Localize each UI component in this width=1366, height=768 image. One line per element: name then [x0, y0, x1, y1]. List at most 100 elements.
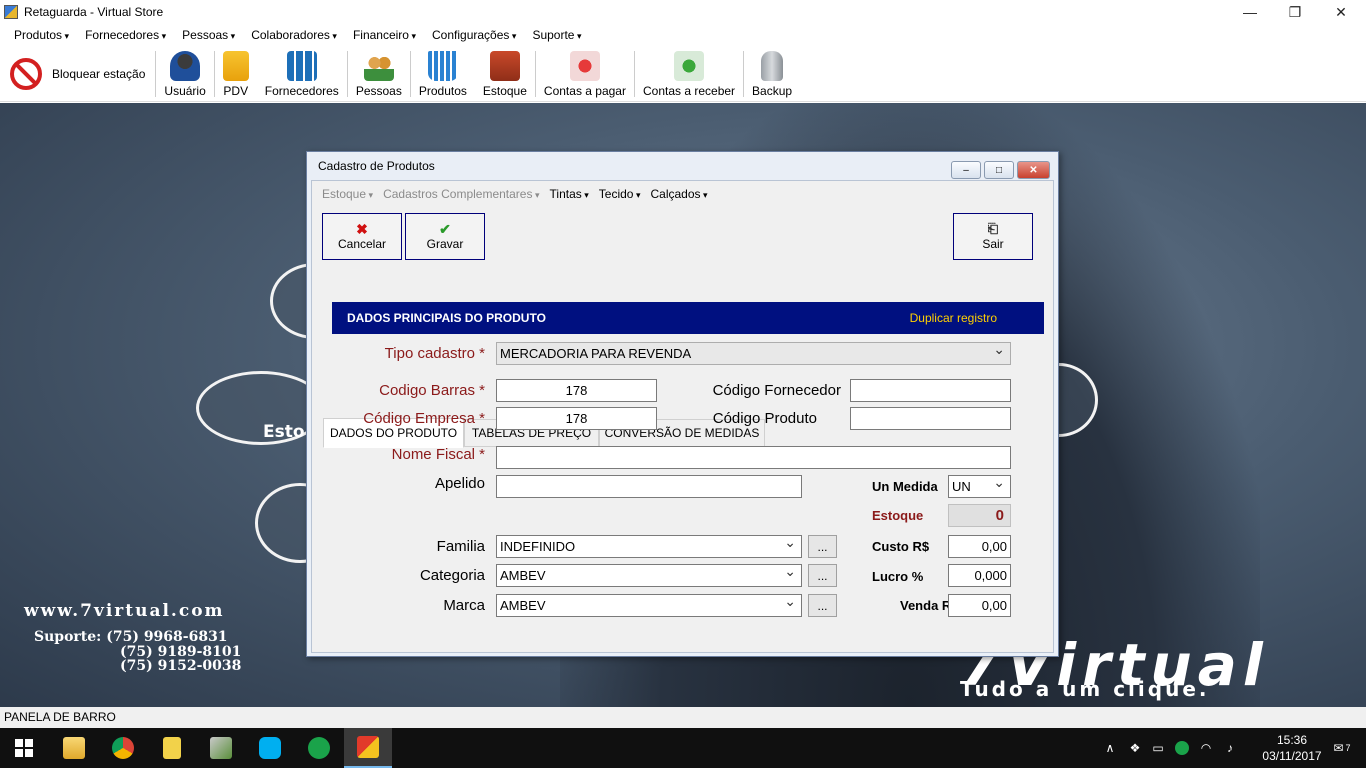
toolbar-usuario-label: Usuário [164, 84, 206, 98]
basket-icon [427, 51, 458, 81]
start-icon [15, 739, 33, 757]
dialog-menu-tecido[interactable]: Tecido [594, 187, 646, 201]
codigo-barras-value: 178 [565, 383, 588, 398]
menu-colaboradores[interactable]: Colaboradores [243, 28, 345, 42]
custo-input[interactable]: 0,00 [948, 535, 1011, 558]
familia-select[interactable]: INDEFINIDO [496, 534, 802, 558]
categoria-select[interactable]: AMBEV [496, 563, 802, 587]
taskbar-virtual-store[interactable] [344, 728, 392, 768]
marca-browse-button[interactable]: ... [808, 594, 837, 617]
file-explorer-icon [63, 737, 85, 759]
support-phone-3: (75) 9152-0038 [120, 658, 242, 674]
status-text: PANELA DE BARRO [4, 710, 116, 724]
dialog-minimize-button[interactable]: – [951, 161, 981, 179]
custo-label: Custo R$ [872, 539, 930, 554]
dialog-menu-calcados[interactable]: Calçados [646, 187, 713, 201]
un-medida-select[interactable]: UN [948, 474, 1011, 498]
users-icon [170, 51, 201, 81]
k-app-icon [308, 737, 330, 759]
minimize-button[interactable]: — [1227, 0, 1273, 24]
toolbar-estoque-button[interactable]: Estoque [475, 47, 535, 101]
maximize-button[interactable]: ❐ [1272, 0, 1318, 24]
product-dialog: Cadastro de Produtos – □ ✕ Estoque Cadas… [306, 151, 1059, 657]
estoque-value: 0 [995, 507, 1004, 524]
dialog-menu-tintas[interactable]: Tintas [545, 187, 594, 201]
estoque-label: Estoque [872, 508, 924, 523]
nome-fiscal-input[interactable] [496, 446, 1011, 469]
dialog-menu-cadastros[interactable]: Cadastros Complementares [378, 187, 544, 201]
codigo-produto-label: Código Produto [712, 410, 817, 427]
section-header: DADOS PRINCIPAIS DO PRODUTO Duplicar reg… [332, 302, 1044, 334]
dialog-menu-estoque[interactable]: Estoque [317, 187, 378, 201]
taskbar-tools[interactable] [197, 728, 245, 768]
menu-produtos[interactable]: Produtos [6, 28, 77, 42]
taskbar-skype[interactable] [246, 728, 294, 768]
codigo-barras-label: Codigo Barras * [379, 382, 485, 399]
toolbar-contas-receber-label: Contas a receber [642, 84, 736, 98]
toolbar-pessoas-label: Pessoas [355, 84, 402, 98]
un-medida-value: UN [952, 479, 971, 494]
toolbar-estoque-label: Estoque [482, 84, 527, 98]
apelido-input[interactable] [496, 475, 802, 498]
marca-value: AMBEV [500, 598, 546, 613]
menu-pessoas[interactable]: Pessoas [174, 28, 243, 42]
dialog-title: Cadastro de Produtos [318, 159, 435, 173]
taskbar-chrome[interactable] [99, 728, 147, 768]
familia-browse-button[interactable]: ... [808, 535, 837, 558]
toolbar-contas-pagar-button[interactable]: Contas a pagar [536, 47, 634, 101]
familia-value: INDEFINIDO [500, 539, 576, 554]
lucro-input[interactable]: 0,000 [948, 564, 1011, 587]
codigo-barras-input[interactable]: 178 [496, 379, 657, 402]
categoria-label: Categoria [419, 567, 485, 584]
dialog-close-button[interactable]: ✕ [1017, 161, 1050, 179]
toolbar-contas-receber-button[interactable]: Contas a receber [635, 47, 743, 101]
boxes-icon [489, 51, 520, 81]
window-titlebar: Retaguarda - Virtual Store — ❐ ✕ [0, 0, 1366, 24]
toolbar-usuario-button[interactable]: Usuário [156, 47, 213, 101]
wifi-icon[interactable]: ◠ [1196, 728, 1216, 768]
clock-date: 03/11/2017 [1262, 749, 1322, 763]
toolbar-pdv-button[interactable]: PDV [215, 47, 257, 101]
volume-icon[interactable]: ♪ [1220, 728, 1240, 768]
menu-financeiro[interactable]: Financeiro [345, 28, 424, 42]
menu-fornecedores[interactable]: Fornecedores [77, 28, 174, 42]
payment-icon [569, 51, 600, 81]
save-button[interactable]: ✔ Gravar [405, 213, 485, 260]
marca-select[interactable]: AMBEV [496, 593, 802, 617]
venda-input[interactable]: 0,00 [948, 594, 1011, 617]
familia-label: Familia [436, 538, 485, 555]
cancel-button[interactable]: ✖ Cancelar [322, 213, 402, 260]
notifications-button[interactable]: ✉ 7 [1322, 728, 1362, 768]
taskbar-sticky-notes[interactable] [148, 728, 196, 768]
taskbar-file-explorer[interactable] [50, 728, 98, 768]
taskbar-k-app[interactable] [295, 728, 343, 768]
duplicate-record-link[interactable]: Duplicar registro [910, 311, 997, 325]
dropbox-icon[interactable]: ❖ [1125, 728, 1145, 768]
toolbar-fornecedores-button[interactable]: Fornecedores [257, 47, 347, 101]
toolbar-pessoas-button[interactable]: Pessoas [348, 47, 410, 101]
categoria-value: AMBEV [500, 568, 546, 583]
taskbar-clock[interactable]: 15:36 03/11/2017 [1262, 732, 1322, 764]
close-button[interactable]: ✕ [1318, 0, 1364, 24]
battery-icon[interactable]: ▭ [1148, 728, 1168, 768]
codigo-produto-input[interactable] [850, 407, 1011, 430]
tipo-cadastro-select[interactable]: MERCADORIA PARA REVENDA [496, 341, 1011, 365]
categoria-browse-button[interactable]: ... [808, 564, 837, 587]
brand-slogan: Tudo a um clique. [960, 677, 1210, 701]
toolbar-produtos-button[interactable]: Produtos [411, 47, 475, 101]
tray-expand-icon[interactable]: ∧ [1100, 728, 1120, 768]
factory-icon [286, 51, 317, 81]
tray-k-icon[interactable] [1172, 728, 1192, 768]
estoque-field: 0 [948, 504, 1011, 527]
dialog-menubar: Estoque Cadastros Complementares Tintas … [317, 182, 713, 206]
lock-station-button[interactable]: Bloquear estação [0, 47, 155, 101]
dialog-maximize-button[interactable]: □ [984, 161, 1014, 179]
menu-suporte[interactable]: Suporte [524, 28, 589, 42]
menu-configuracoes[interactable]: Configurações [424, 28, 524, 42]
sticky-notes-icon [163, 737, 181, 759]
codigo-empresa-input[interactable]: 178 [496, 407, 657, 430]
codigo-fornecedor-input[interactable] [850, 379, 1011, 402]
start-button[interactable] [0, 728, 48, 768]
exit-button[interactable]: ⎗ Sair [953, 213, 1033, 260]
toolbar-backup-button[interactable]: Backup [744, 47, 800, 101]
